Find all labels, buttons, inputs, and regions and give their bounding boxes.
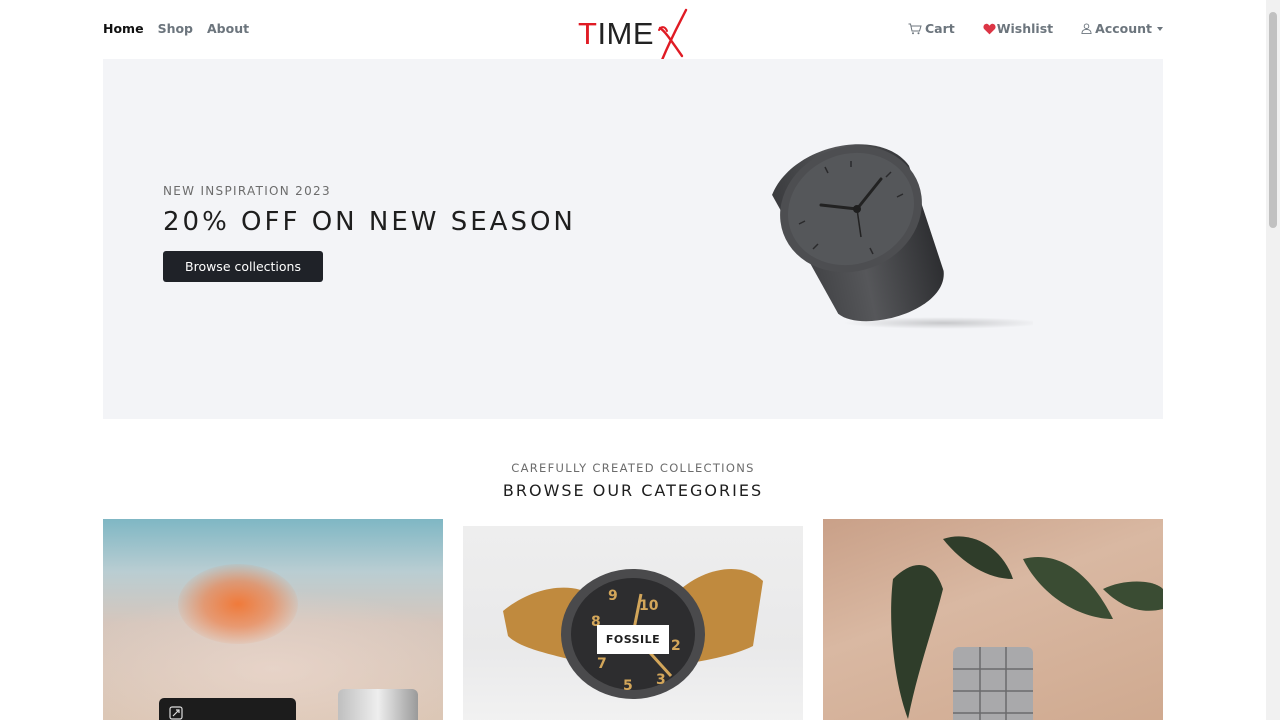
nav-link-shop[interactable]: Shop [158,21,193,36]
categories-title: BROWSE OUR CATEGORIES [502,481,764,500]
logo-text: TIME [578,16,655,51]
categories-subtitle: CAREFULLY CREATED COLLECTIONS [511,461,755,475]
svg-text:2: 2 [671,638,681,654]
cart-icon [908,23,922,34]
heart-icon [983,23,996,34]
category-card[interactable] [823,519,1163,720]
svg-text:10: 10 [639,598,659,614]
scrollbar-thumb[interactable] [1269,12,1277,228]
account-label: Account [1095,21,1152,36]
watch-strap-image [338,689,418,720]
floating-toolbar[interactable] [159,698,296,720]
watch-with-leaves-image [891,536,1163,720]
card-background-blur [178,564,298,644]
logo-x-mark [658,8,688,62]
browse-collections-button[interactable]: Browse collections [163,251,323,282]
expand-icon[interactable] [169,706,183,720]
cart-link[interactable]: Cart [908,21,955,36]
main-nav: Home Shop About [103,21,249,36]
watch-image: 10 8 7 5 3 2 9 [503,569,763,699]
svg-text:9: 9 [608,588,618,604]
clock-image [772,144,1033,329]
svg-text:7: 7 [597,656,607,672]
navbar: Home Shop About TIME Cart Wishlist Accou… [0,0,1266,62]
nav-link-home[interactable]: Home [103,21,144,36]
cart-label: Cart [924,21,955,36]
brand-logo[interactable]: TIME [578,6,698,62]
hero-banner: NEW INSPIRATION 2023 20% OFF ON NEW SEAS… [103,59,1163,419]
category-card[interactable] [103,519,443,720]
category-label: FOSSILE [597,625,669,654]
wishlist-link[interactable]: Wishlist [983,21,1053,36]
svg-text:3: 3 [656,672,666,688]
nav-link-about[interactable]: About [207,21,249,36]
person-icon [1081,23,1092,34]
hero-subtitle: NEW INSPIRATION 2023 [163,184,331,198]
page-scrollbar[interactable] [1266,0,1280,720]
wishlist-label: Wishlist [996,21,1054,36]
category-card-fossile[interactable]: 10 8 7 5 3 2 9 FOSSILE [463,526,803,720]
chevron-down-icon [1157,27,1163,31]
hero-title: 20% OFF ON NEW SEASON [163,207,576,237]
svg-text:5: 5 [623,678,633,694]
user-nav: Cart Wishlist Account [908,21,1163,36]
account-dropdown[interactable]: Account [1081,21,1163,36]
